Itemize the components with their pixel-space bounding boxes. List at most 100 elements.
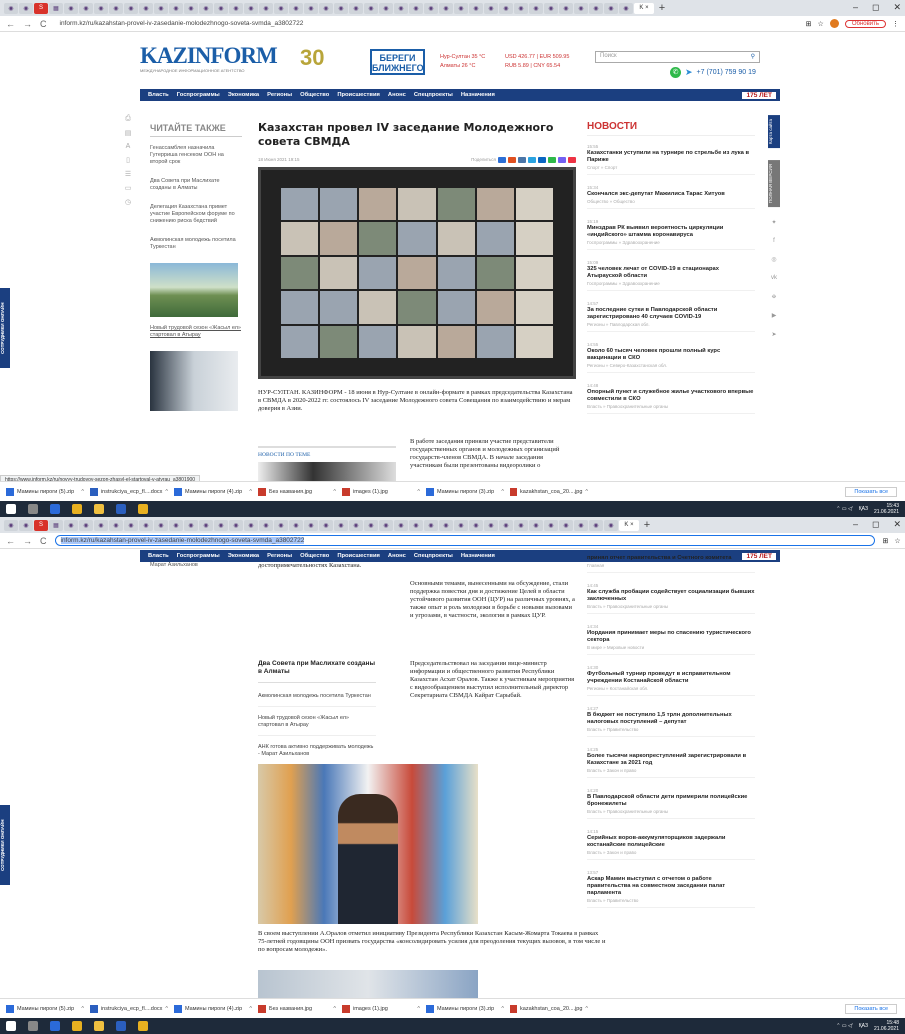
menu-item-naznacheniya[interactable]: Назначения [461, 553, 495, 559]
chevron-up-icon[interactable]: ^ [417, 1006, 420, 1012]
read-also-item[interactable]: Новый трудовой сезон «Жасыл ел» стартова… [150, 325, 242, 339]
news-category[interactable]: Госпрограммы » Здравоохранение [587, 281, 755, 286]
browser-tab[interactable]: ◉ [154, 2, 168, 14]
browser-tab[interactable]: ◉ [409, 2, 423, 14]
browser-tab[interactable]: ◉ [334, 2, 348, 14]
linkedin-icon[interactable] [538, 157, 546, 163]
news-item[interactable]: 15:55 Казахстанки уступили на турнире по … [587, 144, 755, 175]
browser-tab[interactable]: ◉ [94, 2, 108, 14]
maximize-icon[interactable]: ◻ [872, 2, 879, 13]
twitter-icon[interactable]: ✦ [771, 219, 776, 226]
staff-online-tab[interactable]: СОТРУДНИКИ ОНЛАЙН [0, 288, 10, 368]
news-category[interactable]: Власть » Закон и право [587, 768, 755, 773]
back-icon[interactable]: ← [6, 536, 15, 546]
news-category[interactable]: Спорт » Спорт [587, 165, 755, 170]
download-item[interactable]: Мамины пироги (4).zip ^ [174, 1004, 252, 1013]
chevron-up-icon[interactable]: ^ [585, 1006, 588, 1012]
url-field-selected[interactable]: inform.kz/ru/kazahstan-provel-iv-zasedan… [54, 535, 875, 546]
staff-online-tab[interactable]: СОТРУДНИКИ ОНЛАЙН [0, 805, 10, 885]
menu-icon[interactable]: ⋮ [892, 20, 899, 28]
windows-start-icon[interactable] [6, 1021, 16, 1031]
news-item[interactable]: 15:09 325 человек лечат от COVID-19 в ста… [587, 260, 755, 291]
read-also-item[interactable]: Марат Азильханов [150, 562, 198, 568]
browser-tab[interactable]: ◉ [169, 2, 183, 14]
news-headline[interactable]: Иордания принимает меры по спасению тури… [587, 630, 755, 644]
menu-item-proisshestviya[interactable]: Происшествия [337, 553, 380, 559]
browser-tab[interactable]: ◉ [559, 519, 573, 531]
related-news-item[interactable]: Новый трудовой сезон «Жасыл ел» стартова… [258, 715, 376, 736]
chevron-up-icon[interactable]: ^ [501, 1006, 504, 1012]
browser-tab[interactable]: ◉ [139, 519, 153, 531]
browser-tab[interactable]: ◉ [109, 2, 123, 14]
menu-item-specproekty[interactable]: Спецпроекты [414, 92, 453, 98]
browser-tab[interactable]: ◉ [199, 2, 213, 14]
translate-icon[interactable]: ⊞ [883, 537, 889, 545]
menu-item-gosprogrammy[interactable]: Госпрограммы [177, 553, 220, 559]
menu-item-specproekty[interactable]: Спецпроекты [414, 553, 453, 559]
phone-number[interactable]: +7 (701) 759 90 19 [697, 69, 756, 76]
menu-item-vlast[interactable]: Власть [148, 553, 169, 559]
browser-tab[interactable]: ◉ [244, 2, 258, 14]
news-headline[interactable]: Около 60 тысяч человек прошли полный кур… [587, 348, 755, 362]
news-headline[interactable]: Серийных воров-аккумуляторщиков задержал… [587, 835, 755, 849]
browser-tab[interactable]: ◉ [214, 2, 228, 14]
browser-tab[interactable]: ◉ [334, 519, 348, 531]
menu-item-proisshestviya[interactable]: Происшествия [337, 92, 380, 98]
browser-tab[interactable]: ◉ [259, 519, 273, 531]
chevron-up-icon[interactable]: ^ [81, 489, 84, 495]
menu-item-anons[interactable]: Анонс [388, 553, 406, 559]
download-item[interactable]: Мамины пироги (3).zip ^ [426, 487, 504, 496]
star-icon[interactable]: ☆ [894, 537, 900, 545]
browser-tab[interactable]: ◉ [619, 2, 633, 14]
reload-icon[interactable]: C [40, 536, 47, 546]
comment-icon[interactable]: ▤ [125, 129, 132, 137]
forward-icon[interactable]: → [23, 536, 32, 546]
telegram-icon[interactable]: ➤ [685, 67, 693, 78]
news-category[interactable]: В мире » Мировые новости [587, 645, 755, 650]
browser-tab[interactable]: ◉ [469, 2, 483, 14]
browser-tab[interactable]: ◉ [274, 519, 288, 531]
close-icon[interactable]: ✕ [893, 519, 901, 530]
related-news-image[interactable] [258, 462, 396, 481]
related-news-headline[interactable]: Два Совета при Маслихате созданы в Алмат… [258, 660, 376, 683]
show-all-button[interactable]: Показать все [845, 1003, 897, 1014]
browser-tab[interactable]: ◉ [364, 2, 378, 14]
menu-item-gosprogrammy[interactable]: Госпрограммы [177, 92, 220, 98]
update-button[interactable]: Обновить [844, 19, 886, 28]
browser-tab[interactable]: ◉ [439, 2, 453, 14]
news-headline[interactable]: За последние сутки в Павлодарской област… [587, 307, 755, 321]
active-tab[interactable]: K × [619, 519, 639, 531]
browser-tab[interactable]: ◉ [289, 519, 303, 531]
browser-tab[interactable]: ◉ [229, 2, 243, 14]
browser-tab[interactable]: ◉ [124, 2, 138, 14]
news-headline[interactable]: В Павлодарской области дети примерили по… [587, 794, 755, 808]
task-view-icon[interactable] [50, 504, 60, 514]
read-also-image[interactable] [150, 351, 238, 411]
vk-icon[interactable] [518, 157, 526, 163]
download-item[interactable]: images (1).jpg ^ [342, 487, 420, 496]
read-also-image[interactable] [150, 263, 238, 317]
browser-tab[interactable]: ◉ [94, 519, 108, 531]
mail-icon[interactable] [568, 157, 576, 163]
news-item[interactable]: 14:30 Футбольный турнир проведут в исправ… [587, 665, 755, 696]
news-headline[interactable]: Более тысячи наркопреступлений зарегистр… [587, 753, 755, 767]
viber-icon[interactable] [558, 157, 566, 163]
menu-item-ekonomika[interactable]: Экономика [228, 553, 259, 559]
browser-tab[interactable]: ◉ [154, 519, 168, 531]
download-item[interactable]: kazakhstan_coa_20....jpg ^ [510, 1004, 588, 1013]
news-headline[interactable]: Скончался экс-депутат Мажилиса Тарас Хит… [587, 191, 755, 198]
language[interactable]: ҚАЗ [859, 1023, 868, 1029]
chrome-icon[interactable] [72, 504, 82, 514]
browser-tab[interactable]: ◉ [349, 2, 363, 14]
font-icon[interactable]: A [126, 143, 131, 150]
logo[interactable]: KAZINFORM [140, 43, 278, 69]
browser-tab[interactable]: ◉ [439, 519, 453, 531]
download-item[interactable]: Мамины пироги (4).zip ^ [174, 487, 252, 496]
browser-tab[interactable]: ◉ [199, 519, 213, 531]
download-item[interactable]: Мамины пироги (3).zip ^ [426, 1004, 504, 1013]
browser-tab[interactable]: ◉ [544, 519, 558, 531]
news-item[interactable]: принял отчет правительства и Счетного ко… [587, 555, 755, 573]
browser-tab[interactable]: ◉ [379, 2, 393, 14]
download-item[interactable]: instrukciya_ecp_fl....docx ^ [90, 1004, 168, 1013]
chevron-up-icon[interactable]: ^ [165, 1006, 168, 1012]
